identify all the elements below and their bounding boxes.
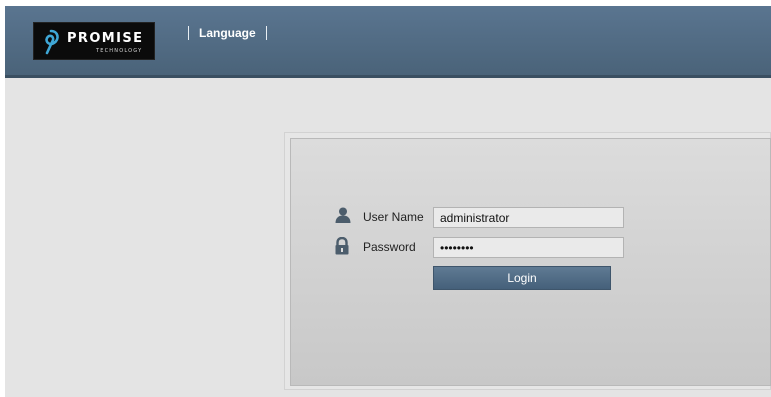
language-link[interactable]: Language [189, 26, 266, 40]
username-label: User Name [363, 210, 424, 224]
logo-wordmark: PROMISE [67, 31, 144, 46]
header-bar: PROMISE TECHNOLOGY Language [5, 6, 771, 78]
username-input[interactable] [433, 207, 624, 228]
nav-divider [265, 26, 267, 40]
user-icon [335, 207, 351, 223]
password-input[interactable] [433, 237, 624, 258]
logo-subtitle: TECHNOLOGY [96, 48, 143, 54]
login-panel [290, 138, 771, 386]
lock-icon [335, 237, 349, 255]
password-label: Password [363, 240, 416, 254]
promise-logo-icon [45, 29, 59, 55]
top-nav: Language [188, 26, 267, 40]
page: PROMISE TECHNOLOGY Language User Name Pa… [0, 0, 771, 397]
company-logo: PROMISE TECHNOLOGY [33, 22, 155, 60]
login-button[interactable]: Login [433, 266, 611, 290]
